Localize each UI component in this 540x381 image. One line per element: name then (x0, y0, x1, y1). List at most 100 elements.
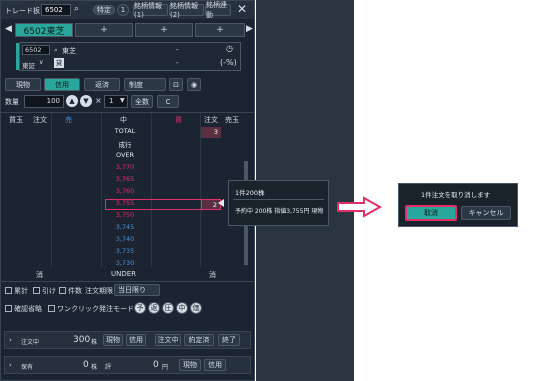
clear-button[interactable]: C (157, 95, 179, 108)
tag-tokutei[interactable]: 特定 (93, 5, 115, 15)
stock-code[interactable]: 6502 (22, 45, 50, 55)
margin-button[interactable]: 信用 (44, 78, 80, 91)
skip-confirm-label: 確認省略 (14, 305, 42, 313)
holdings-unit: 株 (91, 364, 98, 371)
buy-order-qty[interactable]: 3 (201, 127, 221, 138)
tooltip-detail: 予約中 200株 指値3,755円 現物 (235, 208, 324, 215)
arrow-icon (337, 196, 382, 218)
count-label: 件数 (68, 287, 82, 295)
code-input[interactable]: 6502 (41, 4, 71, 16)
row-price: 3,750 (115, 211, 135, 219)
spot-button[interactable]: 現物 (5, 78, 41, 91)
row-price: 成行 (118, 141, 132, 149)
hold-spot-button[interactable]: 現物 (179, 359, 201, 371)
press-circle[interactable]: 圧 (162, 302, 174, 314)
chevron-down-icon-2: ▼ (120, 97, 125, 104)
row-price: 3,765 (115, 175, 135, 183)
header-order-right: 注文 (204, 116, 218, 124)
tab-6502[interactable]: 6502東芝 (15, 23, 73, 37)
cumulative-label: 累計 (14, 287, 28, 295)
table-row[interactable]: 3,740 (5, 235, 247, 247)
expiry-select[interactable]: 当日限り (114, 284, 160, 296)
price-value: - (176, 46, 179, 54)
tab-prev-icon[interactable]: ◀ (5, 24, 12, 34)
tooltip-pointer (218, 199, 224, 207)
price-circle[interactable]: 価 (190, 302, 202, 314)
valuation-unit: 円 (162, 364, 169, 371)
table-row[interactable]: 3,765 (5, 175, 247, 187)
all-qty-button[interactable]: 全数 (131, 95, 153, 108)
tooltip-divider (233, 199, 324, 200)
divider (1, 112, 254, 113)
one-click-label: ワンクリック発注モード (57, 305, 134, 313)
close-checkbox[interactable] (33, 287, 40, 294)
pending-button[interactable]: 注文中 (155, 334, 181, 346)
tab-add-1[interactable]: + (75, 23, 133, 37)
expand-icon[interactable]: › (9, 336, 12, 344)
executed-button[interactable]: 約定済 (184, 334, 214, 346)
system-select[interactable]: 制度 (124, 78, 166, 91)
row-price: 3,735 (115, 247, 135, 255)
stock-name: 東芝 (62, 47, 76, 55)
table-row[interactable]: 3,760 (5, 187, 247, 199)
hold-margin-button[interactable]: 信用 (204, 359, 226, 371)
dialog-back-button[interactable]: キャンセル (461, 206, 511, 220)
expand-icon-2[interactable]: › (9, 361, 12, 369)
stock-info1-button[interactable]: 銘柄情報(1) (133, 2, 168, 19)
header-buy-position: 買玉 (9, 116, 23, 124)
skip-confirm-checkbox[interactable] (5, 305, 12, 312)
table-row[interactable]: 成行 (5, 139, 247, 151)
holdings-bar: › 保有 0 株 評 0 円 現物 信用 (4, 356, 251, 374)
tab-add-3[interactable]: + (195, 23, 245, 37)
open-orders-unit: 株 (91, 339, 98, 346)
row-price: 3,730 (115, 259, 135, 267)
stock-info2-button[interactable]: 銘柄情報(2) (169, 2, 204, 19)
row-price: 3,770 (115, 163, 135, 171)
mid-circle[interactable]: 中 (176, 302, 188, 314)
tab-next-icon[interactable]: ▶ (246, 24, 253, 34)
qty-up-icon[interactable]: ▲ (66, 95, 78, 107)
row-price: 3,745 (115, 223, 135, 231)
stock-accent-bar (16, 43, 19, 70)
valuation-value: 0 (153, 360, 159, 370)
table-row[interactable]: 3,745 (5, 223, 247, 235)
count-checkbox[interactable] (59, 287, 66, 294)
table-row[interactable]: 3,750 (5, 211, 247, 223)
expiry-label: 注文期限 (85, 287, 113, 295)
row-price: OVER (115, 151, 135, 159)
repay-button[interactable]: 返済 (84, 78, 120, 91)
trade-board-panel: トレード板 6502 ⌕ 特定 1 銘柄情報(1) 銘柄情報(2) 銘柄連動 ✕… (0, 0, 255, 381)
repay-circle[interactable]: 返 (148, 302, 160, 314)
open-margin-button[interactable]: 信用 (126, 334, 146, 346)
tag-count[interactable]: 1 (117, 4, 129, 16)
table-row[interactable]: TOTAL 3 (5, 127, 247, 139)
reserve-circle[interactable]: 予 (134, 302, 146, 314)
open-spot-button[interactable]: 現物 (103, 334, 123, 346)
close-icon[interactable]: ✕ (237, 2, 247, 16)
qty-down-icon[interactable]: ▼ (80, 95, 92, 107)
lock-icon[interactable]: ⊡ (169, 78, 183, 91)
cancel-all-right[interactable]: 消 (209, 270, 216, 280)
market-select[interactable]: 東証 (22, 60, 35, 70)
search-icon-small[interactable]: ⌕ (54, 46, 58, 55)
table-row[interactable]: OVER (5, 151, 247, 163)
close-label: 引け (42, 287, 56, 295)
eye-icon[interactable]: ◉ (187, 78, 201, 91)
stock-link-button[interactable]: 銘柄連動 (205, 1, 231, 19)
qty-input[interactable]: 100 (24, 95, 64, 108)
one-click-checkbox[interactable] (48, 305, 55, 312)
finished-button[interactable]: 終了 (218, 334, 240, 346)
tab-add-2[interactable]: + (135, 23, 193, 37)
cumulative-checkbox[interactable] (5, 287, 12, 294)
confirm-cancel-button[interactable]: 取消 (405, 205, 457, 221)
chevron-down-icon[interactable]: ∨ (39, 59, 43, 66)
clock-icon: ◷ (226, 44, 233, 53)
table-row[interactable]: 3,735 (5, 247, 247, 259)
table-row[interactable]: 3,770 (5, 163, 247, 175)
change-value: - (176, 59, 179, 67)
search-icon[interactable]: ⌕ (74, 4, 79, 14)
multiply-icon: × (95, 96, 102, 105)
cancel-all-left[interactable]: 消 (36, 270, 43, 280)
table-row[interactable]: 3,755 2 (5, 199, 247, 211)
order-tooltip: 1件200株 予約中 200株 指値3,755円 現物 (228, 180, 329, 226)
